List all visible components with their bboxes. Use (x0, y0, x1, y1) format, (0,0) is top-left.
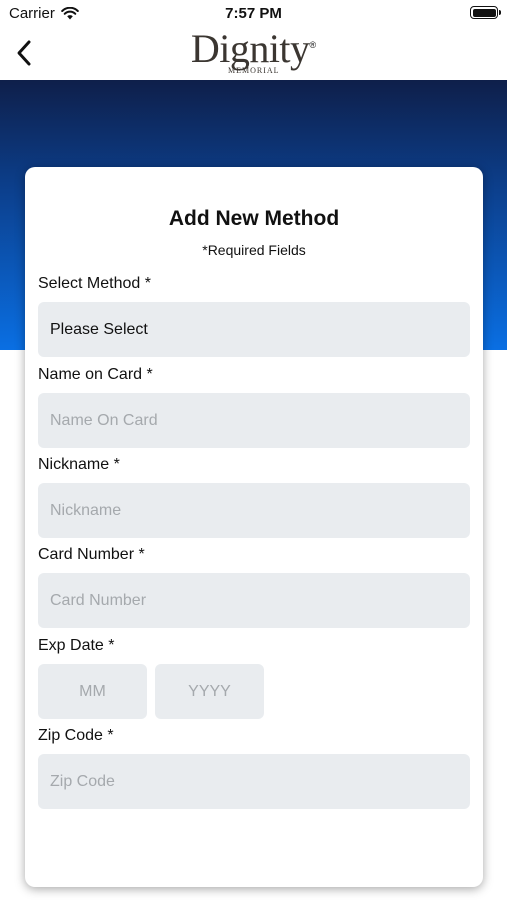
exp-date-label: Exp Date * (38, 637, 115, 654)
logo-registered-mark: ® (309, 40, 317, 50)
form-title: Add New Method (168, 207, 340, 230)
logo-subtext: MEMORIAL (228, 66, 280, 75)
select-method-label: Select Method * (38, 275, 151, 292)
zip-code-label: Zip Code * (38, 727, 114, 744)
card-number-input[interactable] (38, 573, 470, 628)
name-on-card-label: Name on Card * (38, 366, 153, 383)
battery-icon (470, 6, 501, 19)
exp-year-input[interactable] (155, 664, 264, 719)
name-on-card-input[interactable] (38, 393, 470, 448)
zip-code-input[interactable] (38, 754, 470, 809)
nav-bar: Dignity® MEMORIAL (0, 28, 507, 80)
payment-method-card: Add New Method *Required Fields Select M… (25, 167, 483, 887)
exp-month-input[interactable] (38, 664, 147, 719)
nickname-input[interactable] (38, 483, 470, 538)
select-method-value: Please Select (50, 320, 148, 338)
brand-logo: Dignity® (0, 28, 507, 70)
card-number-label: Card Number * (38, 546, 145, 563)
required-note: *Required Fields (202, 242, 306, 258)
logo-wordmark: Dignity (190, 26, 310, 71)
select-method-dropdown[interactable]: Please Select (38, 302, 470, 357)
nickname-label: Nickname * (38, 456, 120, 473)
status-time: 7:57 PM (225, 5, 282, 22)
status-bar: Carrier 7:57 PM (0, 0, 507, 28)
